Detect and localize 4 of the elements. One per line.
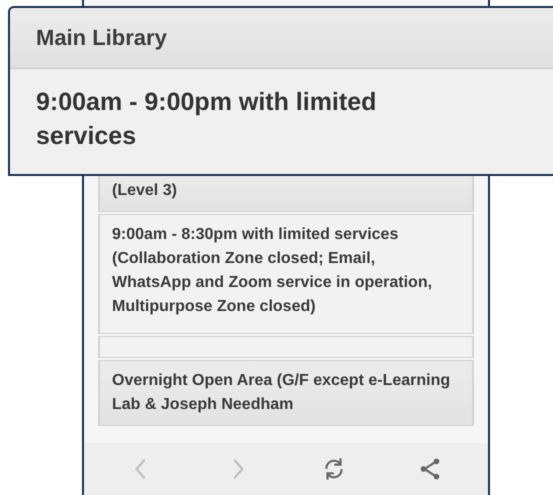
section-header: Overnight Open Area (G/F except e-Learning Lab & Joseph Needham — [98, 360, 474, 426]
section-row: 9:00am - 8:30pm with limited services (Collaboration Zone closed; Email, WhatsApp and Zoom service in operation, Multipurpose Zone closed) — [98, 214, 474, 334]
popup-title: Main Library — [36, 25, 167, 51]
opening-hours-text: 9:00am - 9:00pm with limited services — [36, 87, 378, 152]
